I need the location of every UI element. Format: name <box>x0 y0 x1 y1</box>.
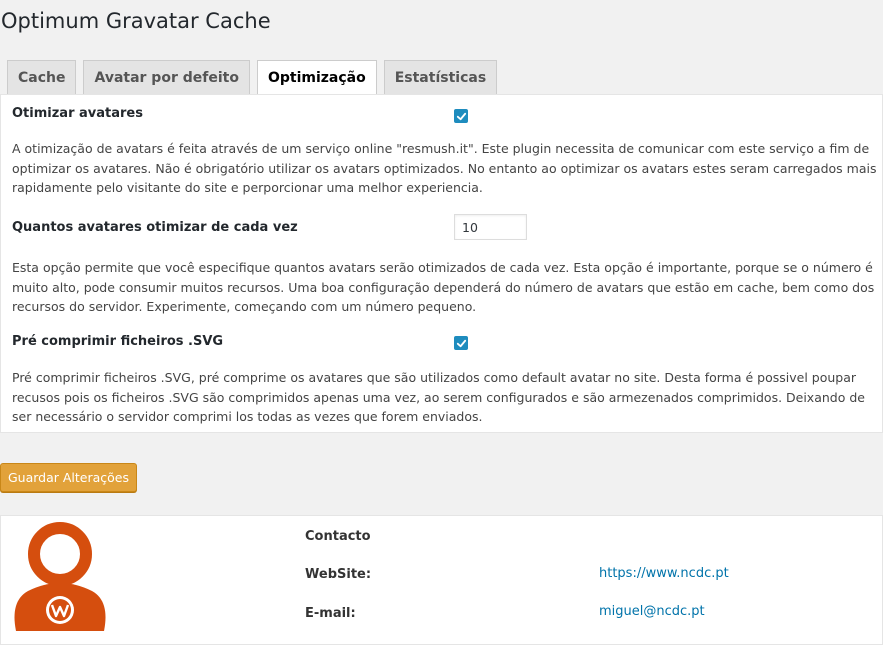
batch-size-input[interactable] <box>454 214 527 240</box>
tab-avatar-por-defeito[interactable]: Avatar por defeito <box>83 60 250 94</box>
precompress-svg-checkbox[interactable] <box>454 336 468 350</box>
precompress-svg-description: Pré comprimir ficheiros .SVG, pré compri… <box>12 370 865 424</box>
wordpress-logo-icon <box>46 596 74 624</box>
optimize-avatars-label: Otimizar avatares <box>12 106 143 121</box>
checkmark-icon <box>456 339 466 347</box>
settings-panel: Otimizar avatares A otimização de avatar… <box>0 94 883 433</box>
tab-optimizacao[interactable]: Optimização <box>256 60 377 95</box>
tab-estatisticas[interactable]: Estatísticas <box>383 60 498 94</box>
optimize-avatars-checkbox[interactable] <box>454 109 468 123</box>
website-link[interactable]: https://www.ncdc.pt <box>599 566 729 581</box>
website-label: WebSite: <box>305 567 372 582</box>
email-link[interactable]: miguel@ncdc.pt <box>599 604 705 619</box>
save-changes-button[interactable]: Guardar Alterações <box>0 463 137 492</box>
batch-size-description: Esta opção permite que você especifique … <box>12 260 875 314</box>
checkmark-icon <box>456 112 466 120</box>
optimize-avatars-description: A otimização de avatars é feita através … <box>12 141 877 195</box>
page-title: Optimum Gravatar Cache <box>1 9 271 33</box>
tab-bar: Cache Avatar por defeito Optimização Est… <box>7 60 498 95</box>
tab-cache[interactable]: Cache <box>7 60 77 94</box>
user-avatar-icon <box>14 522 106 631</box>
contact-heading: Contacto <box>305 529 371 544</box>
batch-size-label: Quantos avatares otimizar de cada vez <box>12 220 298 235</box>
precompress-svg-label: Pré comprimir ficheiros .SVG <box>12 334 224 349</box>
contact-panel: Contacto WebSite: https://www.ncdc.pt E-… <box>0 515 883 645</box>
email-label: E-mail: <box>305 606 356 621</box>
